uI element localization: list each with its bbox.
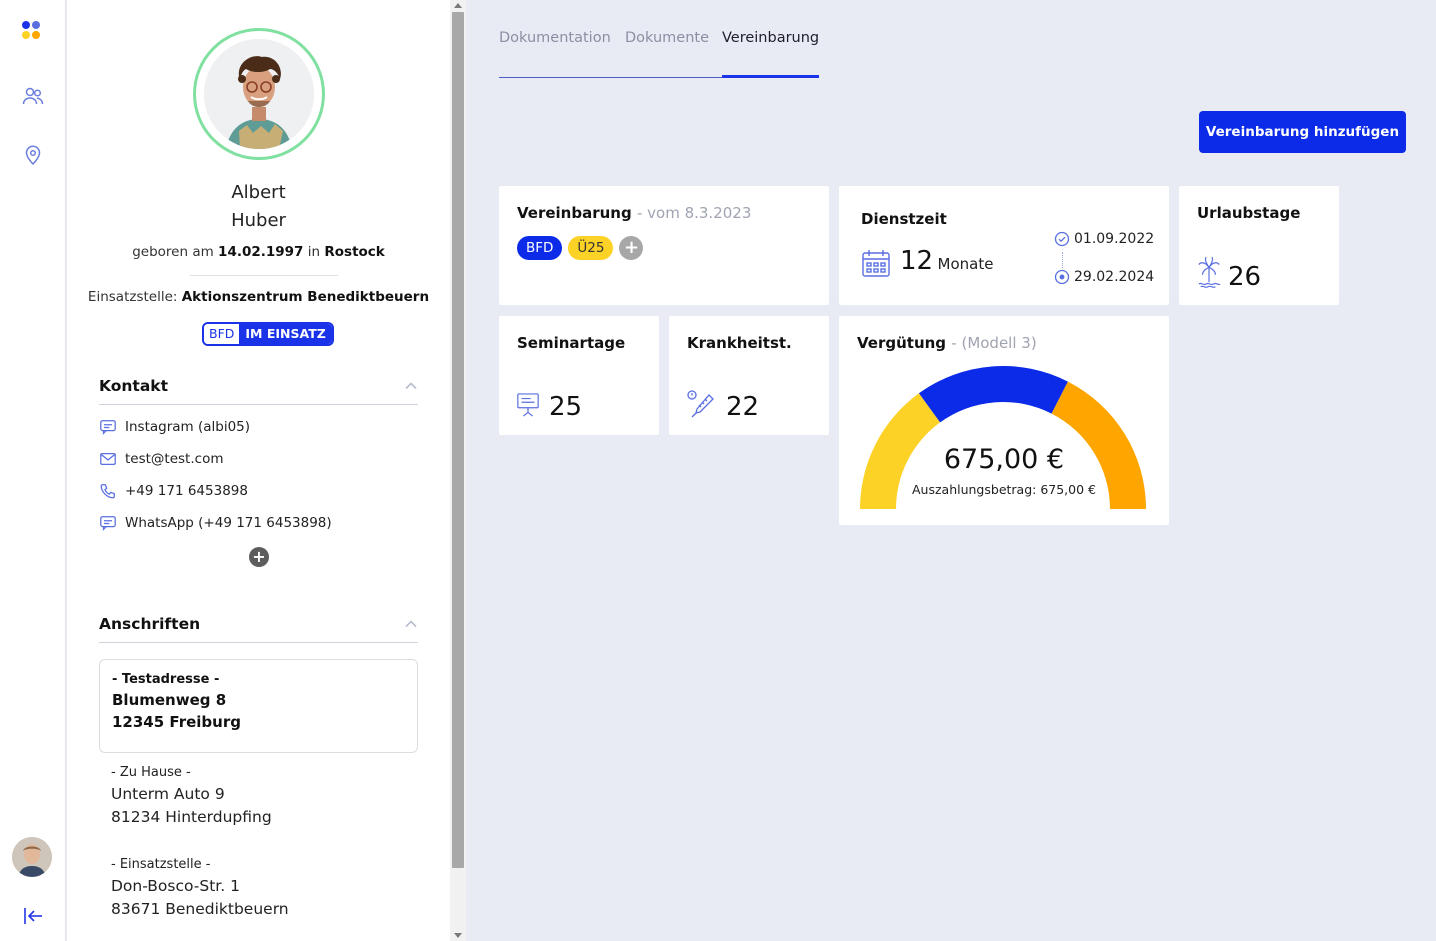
tab-vereinbarung[interactable]: Vereinbarung: [722, 30, 820, 78]
addresses-section-header[interactable]: Anschriften: [99, 607, 418, 643]
chat-icon: [100, 420, 116, 435]
address-label: - Zu Hause -: [111, 765, 191, 780]
address-city: 81234 Hinterdupfing: [111, 808, 272, 826]
address-label: - Einsatzstelle -: [111, 857, 211, 872]
agreement-card-title: Vereinbarung - vom 8.3.2023: [517, 204, 751, 222]
contact-item-instagram[interactable]: Instagram (albi05): [99, 416, 250, 438]
address-street: Don-Bosco-Str. 1: [111, 877, 240, 895]
compensation-card: Vergütung - (Modell 3) 675,00 € Auszahlu…: [839, 316, 1169, 525]
last-name: Huber: [231, 210, 286, 231]
divider: [190, 275, 338, 276]
gauge-segment-2: [918, 366, 1068, 423]
service-time-value: 12 Monate: [900, 246, 993, 276]
contact-item-phone[interactable]: +49 171 6453898: [99, 480, 248, 502]
address-card-selected[interactable]: - Testadresse - Blumenweg 8 12345 Freibu…: [99, 659, 418, 753]
tab-dokumente[interactable]: Dokumente: [625, 30, 709, 78]
einsatz-place: Aktionszentrum Benediktbeuern: [181, 289, 430, 305]
chevron-up-icon[interactable]: [404, 379, 418, 393]
add-tag-button[interactable]: +: [619, 236, 644, 260]
agreement-card[interactable]: Vereinbarung - vom 8.3.2023 BFD Ü25 +: [499, 186, 829, 305]
tag-ue25[interactable]: Ü25: [568, 236, 614, 260]
user-avatar[interactable]: [12, 837, 52, 877]
palm-tree-icon: [1197, 256, 1221, 292]
contact-text: +49 171 6453898: [125, 483, 248, 499]
status-badge-program: BFD: [204, 324, 240, 344]
seminar-days-card: Seminartage 25: [499, 316, 659, 435]
contact-item-whatsapp[interactable]: WhatsApp (+49 171 6453898): [99, 512, 332, 534]
calendar-icon: [861, 248, 891, 282]
timeline-connector: [1062, 252, 1063, 268]
contact-text: WhatsApp (+49 171 6453898): [125, 515, 332, 531]
vacation-title: Urlaubstage: [1197, 204, 1301, 222]
address-item[interactable]: - Zu Hause - Unterm Auto 9 81234 Hinterd…: [111, 765, 272, 826]
mail-icon: [100, 452, 116, 466]
location-pin-icon[interactable]: [21, 143, 45, 167]
vacation-days-card: Urlaubstage 26: [1179, 186, 1339, 305]
profile-panel: Albert Huber geboren am 14.02.1997 in Ro…: [67, 0, 450, 941]
presentation-icon: [516, 392, 540, 422]
phone-icon: [100, 484, 115, 499]
scroll-up-arrow-icon[interactable]: [454, 3, 462, 8]
users-icon[interactable]: [21, 84, 45, 108]
addresses-title: Anschriften: [99, 615, 201, 633]
tab-dokumentation[interactable]: Dokumentation: [499, 30, 611, 78]
compensation-payout: Auszahlungsbetrag: 675,00 €: [911, 482, 1096, 497]
einsatz-prefix: Einsatzstelle:: [87, 289, 178, 305]
contact-section-header[interactable]: Kontakt: [99, 369, 418, 405]
service-end: 29.02.2024: [1054, 269, 1154, 285]
address-label: - Testadresse -: [112, 672, 220, 687]
service-unit: Monate: [937, 255, 994, 273]
add-contact-button[interactable]: +: [249, 547, 269, 567]
contact-title: Kontakt: [99, 377, 169, 395]
scrollbar-thumb[interactable]: [452, 12, 464, 868]
service-time-title: Dienstzeit: [861, 210, 947, 228]
collapse-sidebar-icon[interactable]: [21, 904, 45, 928]
service-end-date: 29.02.2024: [1074, 269, 1155, 285]
profile-avatar: [193, 28, 325, 160]
scroll-down-arrow-icon[interactable]: [454, 933, 462, 938]
status-badge-state: IM EINSATZ: [239, 324, 332, 344]
service-months: 12: [900, 246, 934, 276]
tab-bar: Dokumentation Dokumente Vereinbarung: [499, 30, 820, 78]
sick-days-card: Krankheitst. 22: [669, 316, 829, 435]
sick-title: Krankheitst.: [687, 334, 792, 352]
sick-value: 22: [726, 392, 760, 422]
first-name: Albert: [231, 182, 286, 203]
add-agreement-button[interactable]: Vereinbarung hinzufügen: [1199, 111, 1406, 153]
contact-item-email[interactable]: test@test.com: [99, 448, 223, 470]
check-circle-icon: [1054, 231, 1070, 247]
address-street: Blumenweg 8: [112, 691, 227, 709]
birth-info: geboren am 14.02.1997 in Rostock: [67, 244, 450, 260]
service-start-date: 01.09.2022: [1074, 231, 1155, 247]
birth-in: in: [307, 244, 321, 260]
tag-bfd[interactable]: BFD: [517, 236, 563, 260]
address-city: 83671 Benediktbeuern: [111, 900, 289, 918]
target-circle-icon: [1054, 269, 1070, 285]
chat-icon: [100, 516, 116, 531]
status-badge: BFD IM EINSATZ: [202, 322, 334, 346]
panel-scrollbar[interactable]: [450, 0, 466, 941]
seminar-value: 25: [549, 392, 583, 422]
agreement-title: Vereinbarung: [517, 204, 632, 222]
address-city: 12345 Freiburg: [112, 713, 241, 731]
seminar-title: Seminartage: [517, 334, 626, 352]
thermometer-icon: [687, 390, 717, 424]
service-time-card: Dienstzeit 12 Monate 01.09.2022 29.02.20…: [839, 186, 1169, 305]
address-item[interactable]: - Einsatzstelle - Don-Bosco-Str. 1 83671…: [111, 857, 289, 918]
contact-text: Instagram (albi05): [125, 419, 251, 435]
app-logo-icon[interactable]: [22, 21, 42, 41]
birth-prefix: geboren am: [132, 244, 214, 260]
service-start: 01.09.2022: [1054, 231, 1154, 247]
contact-text: test@test.com: [125, 451, 224, 467]
agreement-date: - vom 8.3.2023: [636, 204, 752, 222]
agreement-tags: BFD Ü25 +: [517, 236, 644, 260]
icon-rail: [0, 0, 66, 941]
einsatzstelle-info: Einsatzstelle: Aktionszentrum Benediktbe…: [67, 289, 450, 305]
address-street: Unterm Auto 9: [111, 785, 225, 803]
chevron-up-icon[interactable]: [404, 617, 418, 631]
birth-date: 14.02.1997: [218, 244, 304, 260]
compensation-amount: 675,00 €: [943, 444, 1065, 475]
vacation-value: 26: [1228, 262, 1262, 292]
birth-place: Rostock: [324, 244, 385, 260]
